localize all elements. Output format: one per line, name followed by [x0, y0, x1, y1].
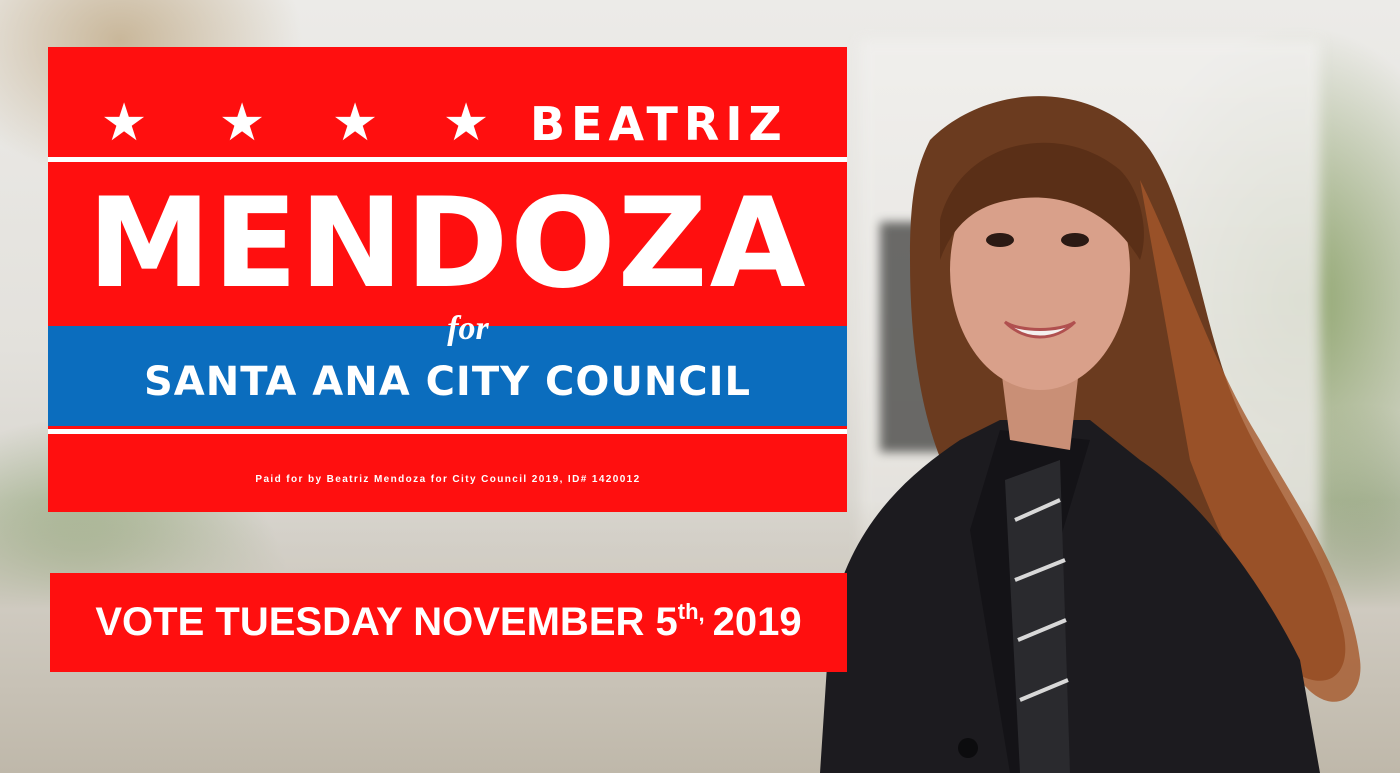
paid-for-disclaimer: Paid for by Beatriz Mendoza for City Cou…: [255, 474, 641, 485]
vote-date-comma: ,: [698, 601, 705, 626]
campaign-sign: ★ ★ ★ ★ BEATRIZ MENDOZA for SANTA ANA CI…: [48, 47, 847, 512]
vote-date-text: VOTE TUESDAY NOVEMBER 5th, 2019: [50, 573, 847, 672]
office-title: SANTA ANA CITY COUNCIL: [143, 359, 752, 405]
vote-date-banner: VOTE TUESDAY NOVEMBER 5th, 2019: [50, 573, 847, 672]
star-icon: ★: [442, 93, 490, 153]
divider-top: [48, 157, 847, 162]
for-word: for: [447, 310, 489, 347]
star-icon: ★: [100, 93, 148, 153]
vote-date-main: VOTE TUESDAY NOVEMBER 5: [95, 600, 678, 644]
candidate-last-name: MENDOZA: [87, 172, 808, 316]
star-icon: ★: [218, 93, 266, 153]
vote-date-year: 2019: [712, 600, 802, 644]
candidate-portrait: [760, 60, 1400, 773]
vote-date-ordinal: th: [677, 599, 699, 624]
star-icon: ★: [331, 93, 379, 153]
divider-bottom: [48, 429, 847, 434]
candidate-first-name: BEATRIZ: [530, 97, 788, 151]
